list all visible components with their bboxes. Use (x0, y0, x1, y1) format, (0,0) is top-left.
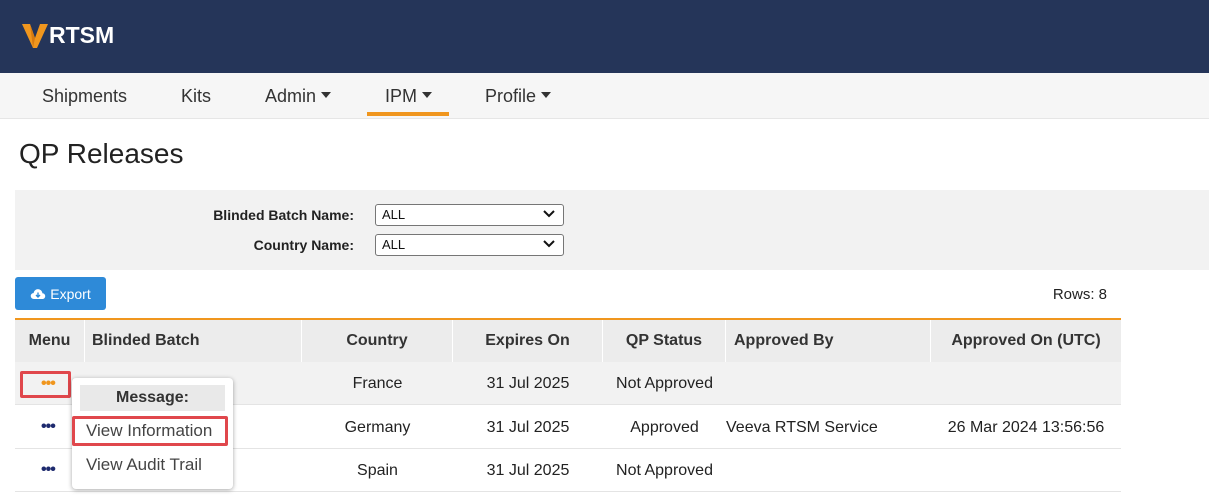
col-menu[interactable]: Menu (15, 320, 85, 362)
country-filter-select[interactable]: ALL (375, 234, 564, 256)
rows-count: Rows: 8 (1052, 286, 1107, 303)
export-label: Export (50, 285, 91, 302)
col-expires-on[interactable]: Expires On (453, 320, 603, 362)
col-approved-on[interactable]: Approved On (UTC) (931, 320, 1121, 362)
logo-text: RTSM (49, 22, 115, 48)
page-title: QP Releases (19, 138, 184, 169)
cell-approved-on (931, 362, 1121, 405)
nav-label: Profile (485, 86, 537, 106)
nav-label: Kits (181, 86, 212, 106)
col-country[interactable]: Country (302, 320, 453, 362)
cell-expires: 31 Jul 2025 (486, 375, 570, 392)
cell-status: Approved (630, 419, 699, 436)
nav-kits[interactable]: Kits (181, 86, 211, 116)
chevron-down-icon (543, 240, 555, 248)
cloud-download-icon (31, 288, 46, 299)
export-button[interactable]: Export (15, 277, 106, 310)
cell-approved-by (726, 449, 931, 492)
app-logo[interactable]: RTSM (22, 22, 114, 49)
nav-profile[interactable]: Profile (485, 86, 552, 116)
filter-panel: Blinded Batch Name: ALL Country Name: AL… (15, 190, 1209, 270)
country-filter-value: ALL (382, 237, 406, 252)
cell-status: Not Approved (616, 375, 713, 392)
main-nav: Shipments Kits Admin IPM Profile (0, 73, 1209, 119)
view-audit-trail-item[interactable]: View Audit Trail (86, 455, 202, 475)
row-menu-icon[interactable]: ••• (41, 419, 56, 435)
nav-label: IPM (385, 86, 418, 106)
menu-highlight-box (20, 371, 71, 398)
popup-header: Message: (80, 385, 225, 411)
cell-expires: 31 Jul 2025 (486, 419, 570, 436)
cell-approved-on: 26 Mar 2024 13:56:56 (947, 419, 1105, 436)
nav-label: Shipments (42, 86, 128, 106)
cell-country: Spain (357, 462, 398, 479)
row-menu-icon[interactable]: ••• (41, 462, 56, 478)
batch-filter-label: Blinded Batch Name: (213, 207, 354, 223)
col-blinded-batch[interactable]: Blinded Batch (85, 320, 302, 362)
cell-country: Germany (344, 419, 411, 436)
chevron-down-icon (543, 210, 555, 218)
caret-down-icon (422, 92, 433, 99)
batch-filter-select[interactable]: ALL (375, 204, 564, 226)
nav-active-indicator (367, 112, 449, 116)
caret-down-icon (321, 92, 332, 99)
table-header: Menu Blinded Batch Country Expires On QP… (15, 320, 1121, 362)
nav-admin[interactable]: Admin (265, 86, 332, 116)
cell-approved-by (726, 362, 931, 405)
col-qp-status[interactable]: QP Status (603, 320, 726, 362)
logo-v-icon (22, 23, 48, 48)
col-approved-by[interactable]: Approved By (726, 320, 931, 362)
item-highlight-box (72, 416, 228, 446)
cell-expires: 31 Jul 2025 (486, 462, 570, 479)
cell-approved-on (931, 449, 1121, 492)
nav-label: Admin (265, 86, 317, 106)
country-filter-label: Country Name: (253, 237, 354, 253)
batch-filter-value: ALL (382, 207, 406, 222)
nav-shipments[interactable]: Shipments (42, 86, 127, 116)
row-action-menu: Message: View Information View Audit Tra… (72, 378, 233, 489)
app-header: RTSM (0, 0, 1209, 73)
cell-country: France (352, 375, 403, 392)
cell-approved-by: Veeva RTSM Service (726, 419, 878, 436)
caret-down-icon (541, 92, 552, 99)
cell-status: Not Approved (616, 462, 713, 479)
